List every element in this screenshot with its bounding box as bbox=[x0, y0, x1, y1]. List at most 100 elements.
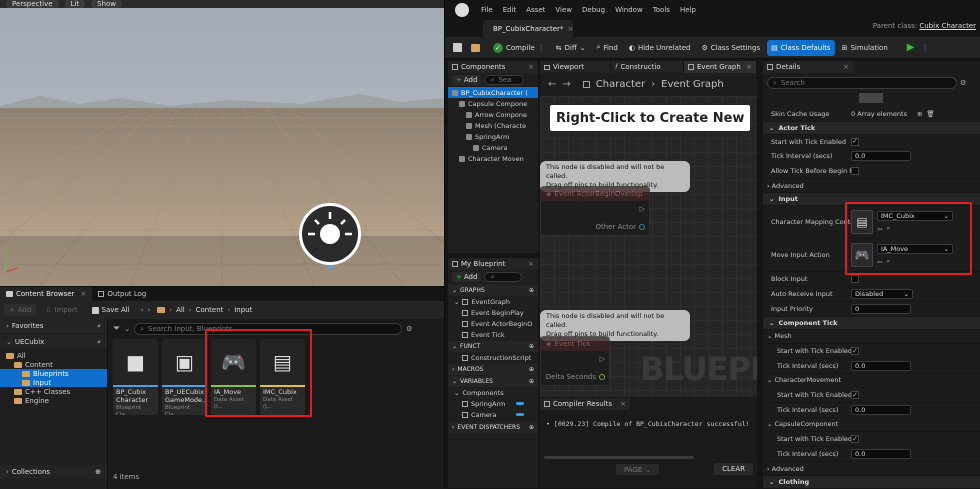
clothing-section[interactable]: ⌄ Clothing bbox=[763, 476, 980, 489]
close-icon[interactable]: × bbox=[567, 25, 573, 33]
my-blueprint-item[interactable]: Event ActorBeginO bbox=[448, 318, 538, 329]
tab-construction-script[interactable]: f Constructio bbox=[611, 61, 683, 73]
event-tick-node[interactable]: ◈ Event Tick ▷ Delta Seconds bbox=[540, 336, 610, 386]
capsule-group-row[interactable]: ⌄ CapsuleComponent bbox=[763, 418, 980, 433]
close-icon[interactable]: × bbox=[620, 400, 626, 408]
import-button[interactable]: ⇩ Import bbox=[40, 304, 82, 316]
page-button[interactable]: PAGE ⌄ bbox=[616, 464, 660, 475]
exec-pin-icon[interactable]: ▷ bbox=[600, 355, 605, 363]
menu-item-edit[interactable]: Edit bbox=[503, 6, 517, 14]
class-settings-button[interactable]: ⚙ Class Settings bbox=[697, 40, 764, 56]
close-icon[interactable]: × bbox=[80, 290, 86, 298]
simulation-button[interactable]: ⊞ Simulation bbox=[838, 40, 892, 56]
perspective-button[interactable]: Perspective bbox=[6, 0, 59, 8]
add-component-button[interactable]: + Add bbox=[452, 75, 482, 85]
components-search-input[interactable]: ⌕ Sea bbox=[484, 75, 525, 85]
tick-interval-input[interactable]: 0.0 bbox=[851, 151, 911, 162]
folder-tree-item[interactable]: Engine bbox=[0, 396, 107, 405]
collections-header[interactable]: › Collections ⊕ bbox=[0, 465, 107, 479]
charmove-start-tick-checkbox[interactable]: ✓ bbox=[851, 391, 859, 400]
component-item[interactable]: Capsule Compone bbox=[448, 98, 538, 109]
menu-item-view[interactable]: View bbox=[555, 6, 572, 14]
add-member-button[interactable]: + Add bbox=[452, 272, 482, 282]
back-arrow-icon[interactable]: ← bbox=[548, 79, 556, 90]
tab-content-browser[interactable]: Content Browser × bbox=[0, 287, 93, 301]
my-blueprint-tab[interactable]: My Blueprint × bbox=[448, 258, 538, 270]
diff-button[interactable]: ⇆ Diff ⌄ bbox=[552, 40, 590, 56]
start-tick-checkbox[interactable]: ✓ bbox=[851, 137, 859, 146]
breadcrumb-root[interactable]: Character bbox=[596, 79, 645, 90]
components-tab[interactable]: Components × bbox=[448, 61, 538, 73]
unreal-logo-icon[interactable] bbox=[455, 3, 469, 17]
add-element-icon[interactable]: ⊕ bbox=[917, 110, 922, 118]
exec-pin-icon[interactable]: ▷ bbox=[640, 205, 645, 213]
charmove-group-row[interactable]: ⌄ CharacterMovement bbox=[763, 374, 980, 389]
input-priority-input[interactable]: 0 bbox=[851, 303, 911, 314]
class-defaults-button[interactable]: ▤ Class Defaults bbox=[767, 39, 835, 56]
save-all-button[interactable]: Save All bbox=[87, 304, 135, 316]
compiler-results-tab[interactable]: Compiler Results × bbox=[540, 398, 630, 410]
my-blueprint-item[interactable]: ConstructionScript bbox=[448, 352, 538, 363]
settings-icon[interactable]: ⚙ bbox=[960, 79, 966, 87]
my-blueprint-item[interactable]: SpringArm bbox=[448, 398, 538, 409]
close-icon[interactable]: × bbox=[528, 260, 534, 268]
filter-icon[interactable]: ⏷ bbox=[113, 324, 120, 334]
advanced-row[interactable]: › Advanced bbox=[763, 179, 980, 194]
forward-arrow-icon[interactable]: → bbox=[562, 79, 570, 90]
add-function-icon[interactable]: ⊕ bbox=[529, 343, 534, 350]
add-dispatcher-icon[interactable]: ⊕ bbox=[529, 424, 534, 431]
event-dispatchers-section[interactable]: › EVENT DISPATCHERS ⊕ bbox=[448, 422, 538, 433]
component-item[interactable]: Arrow Compone bbox=[448, 109, 538, 120]
components-category[interactable]: ⌄ Components bbox=[448, 387, 538, 398]
compile-button[interactable]: ✓ Compile ⋮ bbox=[489, 40, 549, 56]
charmove-tick-interval-input[interactable]: 0.0 bbox=[851, 404, 911, 415]
actor-tick-section[interactable]: ⌄ Actor Tick bbox=[763, 121, 980, 135]
mesh-tick-interval-input[interactable]: 0.0 bbox=[851, 360, 911, 371]
asset-tile[interactable]: ▣ BP_UECubix GameMode... Blueprint Cla... bbox=[162, 339, 207, 415]
breadcrumb-content[interactable]: Content bbox=[196, 306, 224, 314]
lit-button[interactable]: Lit bbox=[64, 0, 86, 8]
add-macro-icon[interactable]: ⊕ bbox=[529, 366, 534, 373]
tab-viewport[interactable]: Viewport bbox=[540, 61, 610, 73]
show-button[interactable]: Show bbox=[91, 0, 123, 8]
folder-tree-item[interactable]: Blueprints bbox=[0, 369, 107, 378]
component-item[interactable]: SpringArm bbox=[448, 131, 538, 142]
clear-button[interactable]: CLEAR bbox=[714, 463, 753, 475]
menu-item-debug[interactable]: Debug bbox=[582, 6, 605, 14]
delete-icon[interactable]: 🗑 bbox=[926, 110, 934, 118]
folder-tree-item[interactable]: Content bbox=[0, 360, 107, 369]
tab-output-log[interactable]: Output Log bbox=[92, 287, 152, 301]
my-blueprint-item[interactable]: Event BeginPlay bbox=[448, 307, 538, 318]
event-actor-begin-overlap-node[interactable]: ◈ Event ActorBeginOverlap ▷ Other Actor bbox=[540, 186, 650, 236]
my-blueprint-item[interactable]: Event Tick bbox=[448, 329, 538, 340]
hide-unrelated-button[interactable]: ◐ Hide Unrelated bbox=[625, 40, 695, 56]
event-graph-item[interactable]: ⌄ EventGraph bbox=[448, 296, 538, 307]
capsule-start-tick-checkbox[interactable]: ✓ bbox=[851, 435, 859, 444]
project-header[interactable]: ⌄ UECubix ⌕ bbox=[0, 335, 107, 349]
menu-item-help[interactable]: Help bbox=[680, 6, 696, 14]
graph-canvas[interactable]: This node is disabled and will not be ca… bbox=[540, 96, 757, 397]
breadcrumb-leaf[interactable]: Event Graph bbox=[661, 79, 724, 90]
asset-tile[interactable]: ■ BP_Cubix Character Blueprint Cla... bbox=[113, 339, 158, 415]
save-icon[interactable] bbox=[453, 43, 462, 52]
other-actor-pin[interactable]: Other Actor bbox=[595, 223, 645, 231]
parent-class-link[interactable]: Cubix Character bbox=[919, 22, 976, 30]
graphs-section[interactable]: ⌄ GRAPHS ⊕ bbox=[448, 285, 538, 296]
variables-section[interactable]: ⌄ VARIABLES ⊕ bbox=[448, 376, 538, 387]
delta-seconds-pin[interactable]: Delta Seconds bbox=[546, 373, 605, 381]
capsule-tick-interval-input[interactable]: 0.0 bbox=[851, 448, 911, 459]
mesh-start-tick-checkbox[interactable]: ✓ bbox=[851, 347, 859, 356]
macros-section[interactable]: › MACROS ⊕ bbox=[448, 364, 538, 375]
folder-icon[interactable] bbox=[157, 307, 166, 313]
filter-chevron-icon[interactable]: ⌄ bbox=[124, 325, 130, 333]
add-graph-icon[interactable]: ⊕ bbox=[529, 287, 534, 294]
component-tick-section[interactable]: ⌄ Component Tick bbox=[763, 316, 980, 330]
close-icon[interactable]: × bbox=[746, 63, 752, 71]
back-arrow-icon[interactable]: ‹ bbox=[141, 306, 144, 314]
component-item[interactable]: Mesh (Characte bbox=[448, 120, 538, 131]
menu-item-tools[interactable]: Tools bbox=[653, 6, 670, 14]
my-blueprint-search-input[interactable]: ⌕ bbox=[484, 272, 523, 282]
menu-item-window[interactable]: Window bbox=[615, 6, 643, 14]
more-icon[interactable]: ⋮ bbox=[921, 44, 928, 52]
details-tab[interactable]: Details × bbox=[763, 61, 853, 73]
